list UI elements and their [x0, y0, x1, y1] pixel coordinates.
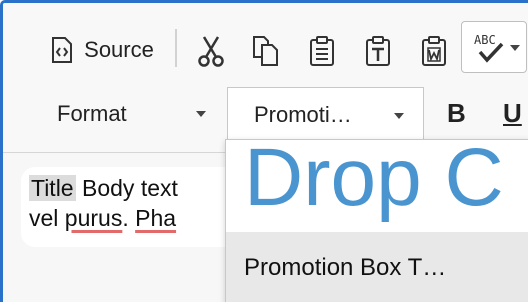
styles-menu-item-promotion-box[interactable]: Promotion Box T…	[226, 232, 528, 302]
toolbar: Source ABC Format Promoti… B U	[3, 3, 528, 153]
styles-menu: Drop C Promotion Box T…	[225, 139, 528, 302]
underline-button[interactable]: U	[503, 98, 522, 129]
paste-text-button[interactable]	[361, 33, 395, 69]
cut-button[interactable]	[193, 33, 229, 69]
misspelled-word: purus	[64, 205, 123, 231]
copy-icon	[251, 35, 281, 67]
paste-button[interactable]	[305, 33, 339, 69]
text-fragment: vel	[29, 205, 65, 231]
chevron-down-icon	[510, 45, 520, 51]
paste-from-word-button[interactable]	[417, 33, 451, 69]
misspelled-word: Pha	[135, 205, 177, 231]
content-line-1: Title Body text	[29, 173, 178, 203]
body-text: Body text	[75, 175, 178, 201]
chevron-down-icon	[196, 111, 206, 117]
copy-button[interactable]	[249, 33, 283, 69]
paste-icon	[308, 35, 336, 67]
styles-dropdown[interactable]: Promoti…	[227, 87, 424, 143]
styles-value: Promoti…	[254, 102, 352, 127]
styles-menu-item-drop-cap[interactable]: Drop C	[244, 140, 504, 228]
chevron-down-icon	[394, 113, 404, 119]
text-fragment: .	[122, 205, 136, 231]
editor-content[interactable]: Title Body text vel purus. Pha	[29, 173, 178, 233]
spellcheck-button[interactable]: ABC	[461, 21, 527, 73]
cut-icon	[196, 35, 226, 67]
editor-frame: Source ABC Format Promoti… B U Title Bod…	[0, 0, 528, 302]
source-label: Source	[84, 37, 154, 62]
styles-menu-item-label: Promotion Box T…	[244, 254, 447, 281]
toolbar-separator	[175, 29, 177, 67]
bold-button[interactable]: B	[447, 98, 466, 129]
paste-from-word-icon	[420, 35, 448, 67]
spellcheck-icon: ABC	[472, 30, 508, 64]
content-line-2: vel purus. Pha	[29, 203, 178, 233]
format-label: Format	[57, 101, 127, 126]
source-button[interactable]: Source	[39, 28, 165, 72]
source-icon	[50, 37, 74, 63]
style-tag: Title	[29, 175, 76, 201]
paste-text-icon	[364, 35, 392, 67]
format-dropdown[interactable]: Format	[39, 89, 219, 139]
spellcheck-label: ABC	[474, 33, 496, 47]
